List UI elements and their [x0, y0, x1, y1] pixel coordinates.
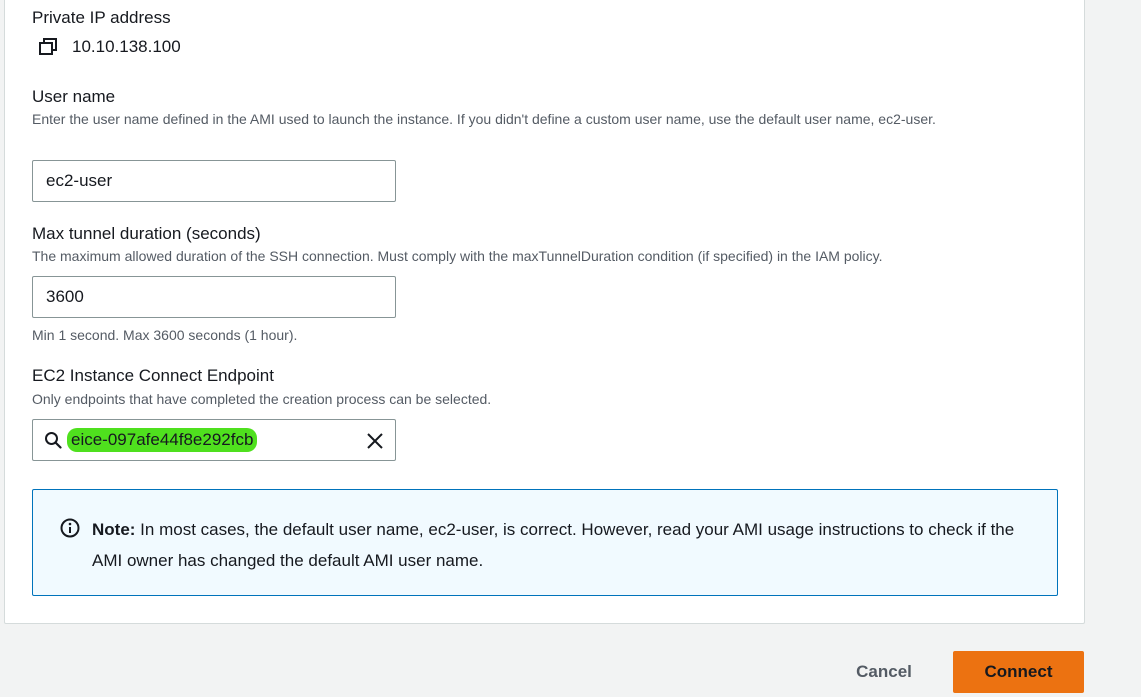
endpoint-selected-value: eice-097afe44f8e292fcb — [67, 428, 258, 452]
endpoint-description: Only endpoints that have completed the c… — [32, 391, 492, 407]
connect-button[interactable]: Connect — [953, 651, 1084, 693]
copy-icon[interactable] — [38, 38, 58, 56]
cancel-button[interactable]: Cancel — [832, 651, 936, 693]
close-icon[interactable] — [365, 431, 385, 451]
user-name-input[interactable]: ec2-user — [32, 160, 396, 202]
private-ip-label: Private IP address — [32, 8, 171, 27]
endpoint-search-input[interactable]: eice-097afe44f8e292fcb — [32, 419, 396, 461]
info-alert-text: Note: In most cases, the default user na… — [92, 514, 1042, 576]
user-name-value: ec2-user — [46, 171, 113, 190]
search-icon — [45, 432, 62, 449]
max-tunnel-label: Max tunnel duration (seconds) — [32, 224, 261, 243]
private-ip-row: 10.10.138.100 — [38, 37, 181, 57]
user-name-label: User name — [32, 87, 116, 106]
max-tunnel-input[interactable]: 3600 — [32, 276, 396, 318]
max-tunnel-value: 3600 — [46, 287, 84, 306]
endpoint-label: EC2 Instance Connect Endpoint — [32, 366, 274, 385]
max-tunnel-constraint: Min 1 second. Max 3600 seconds (1 hour). — [32, 327, 298, 343]
max-tunnel-description: The maximum allowed duration of the SSH … — [32, 248, 883, 264]
private-ip-value: 10.10.138.100 — [72, 37, 181, 56]
info-icon — [60, 518, 80, 538]
info-alert: Note: In most cases, the default user na… — [32, 489, 1058, 596]
note-message: In most cases, the default user name, ec… — [92, 520, 1015, 570]
connect-form-panel: Private IP address 10.10.138.100 User na… — [4, 0, 1085, 624]
note-bold-label: Note: — [92, 520, 136, 539]
user-name-description: Enter the user name defined in the AMI u… — [32, 111, 936, 127]
